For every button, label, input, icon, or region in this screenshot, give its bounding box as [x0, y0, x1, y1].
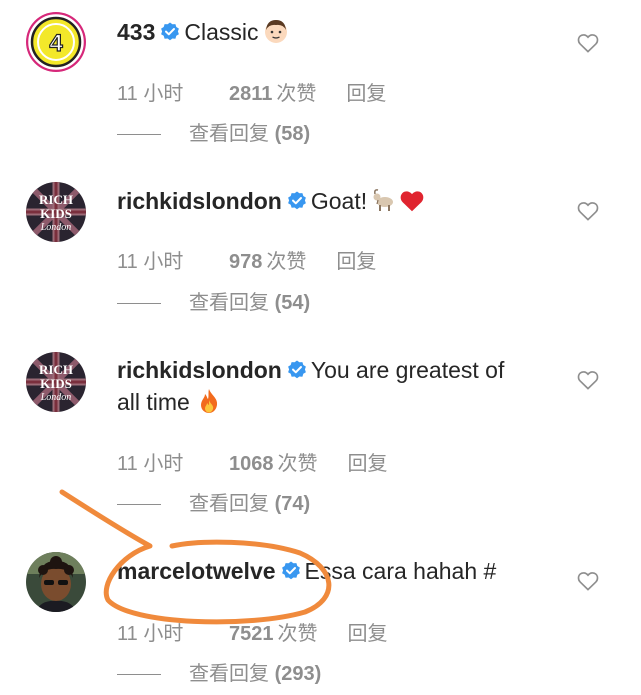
avatar[interactable]: 4	[26, 12, 86, 72]
like-count[interactable]: 7521	[229, 623, 274, 646]
like-count[interactable]: 978	[229, 251, 262, 274]
view-replies-label: 查看回复	[189, 493, 269, 515]
divider	[117, 134, 161, 136]
avatar-text-kids: KIDS	[40, 206, 72, 221]
view-replies-label: 查看回复	[189, 123, 269, 145]
comment-text: Goat!	[310, 188, 368, 214]
view-replies-link[interactable]: 查看回复 (74)	[117, 487, 310, 516]
reply-button[interactable]: 回复	[348, 447, 388, 476]
like-count[interactable]: 1068	[229, 453, 274, 476]
comment-body: richkidslondon Goat!	[117, 185, 557, 221]
divider	[117, 303, 161, 305]
username[interactable]: 433	[117, 19, 155, 45]
reply-count: (74)	[274, 493, 311, 515]
reply-count: (54)	[274, 292, 311, 314]
comment-meta: 11 小时 978 次赞 回复	[117, 245, 376, 274]
avatar-text-london: London	[40, 222, 72, 233]
comment-time: 11 小时	[117, 453, 184, 475]
comment-meta: 11 小时 1068 次赞 回复	[117, 447, 388, 476]
comment-text: You are greatest of	[310, 357, 505, 383]
view-replies-label: 查看回复	[189, 663, 269, 685]
fire-emoji-icon	[198, 388, 220, 422]
username[interactable]: marcelotwelve	[117, 558, 276, 584]
divider	[117, 504, 161, 506]
view-replies-link[interactable]: 查看回复 (293)	[117, 657, 321, 686]
like-heart-icon[interactable]	[577, 571, 599, 591]
red-heart-emoji-icon	[399, 189, 425, 221]
verified-badge-icon	[287, 360, 307, 380]
verified-badge-icon	[281, 561, 301, 581]
view-replies-link[interactable]: 查看回复 (58)	[117, 117, 310, 146]
like-count-suffix[interactable]: 次赞	[278, 447, 318, 476]
avatar[interactable]	[26, 552, 86, 612]
comment-body: richkidslondon You are greatest of all tim…	[117, 354, 557, 422]
username[interactable]: richkidslondon	[117, 188, 282, 214]
like-count-suffix[interactable]: 次赞	[266, 245, 306, 274]
reply-count: (293)	[274, 663, 322, 685]
comment-text-continued: all time	[117, 389, 190, 415]
avatar[interactable]: RICH KIDS London	[26, 352, 86, 412]
goat-emoji-icon	[371, 187, 397, 221]
comment-meta: 11 小时 2811 次赞 回复	[117, 77, 386, 106]
comment-text: Essa cara hahah #	[304, 558, 497, 584]
reply-button[interactable]: 回复	[346, 77, 386, 106]
view-replies-link[interactable]: 查看回复 (54)	[117, 286, 310, 315]
avatar[interactable]: RICH KIDS London	[26, 182, 86, 242]
avatar-text-rich: RICH	[39, 362, 73, 377]
comment-body: 433 Classic	[117, 16, 557, 52]
comment-meta: 11 小时 7521 次赞 回复	[117, 617, 388, 646]
avatar-text-kids: KIDS	[40, 376, 72, 391]
comment-time: 11 小时	[117, 83, 184, 105]
reply-count: (58)	[274, 123, 311, 145]
boy-face-emoji-icon	[263, 18, 289, 52]
reply-button[interactable]: 回复	[336, 245, 376, 274]
verified-badge-icon	[160, 22, 180, 42]
comment-time: 11 小时	[117, 251, 184, 273]
view-replies-label: 查看回复	[189, 292, 269, 314]
username[interactable]: richkidslondon	[117, 357, 282, 383]
avatar-text-rich: RICH	[39, 192, 73, 207]
verified-badge-icon	[287, 191, 307, 211]
reply-button[interactable]: 回复	[348, 617, 388, 646]
comment-text: Classic	[184, 19, 259, 45]
like-heart-icon[interactable]	[577, 33, 599, 53]
like-heart-icon[interactable]	[577, 370, 599, 390]
like-count-suffix[interactable]: 次赞	[276, 77, 316, 106]
divider	[117, 674, 161, 676]
like-count[interactable]: 2811	[229, 83, 272, 106]
like-heart-icon[interactable]	[577, 201, 599, 221]
avatar-text-london: London	[40, 392, 72, 403]
comment-body: marcelotwelve Essa cara hahah #	[117, 555, 557, 587]
like-count-suffix[interactable]: 次赞	[278, 617, 318, 646]
comment-time: 11 小时	[117, 623, 184, 645]
avatar-logo-text: 4	[49, 30, 63, 57]
